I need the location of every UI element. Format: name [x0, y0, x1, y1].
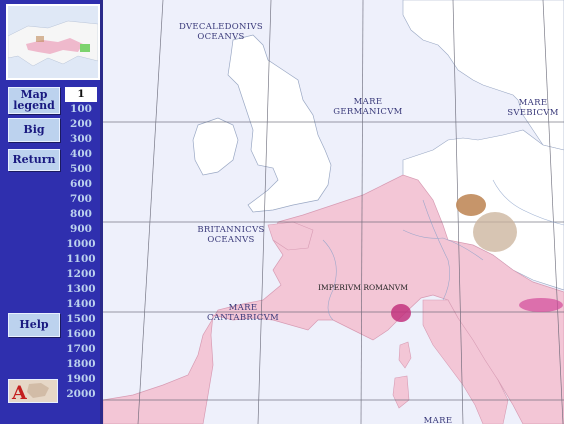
- year-600[interactable]: 600: [65, 177, 97, 192]
- label-britannicvs-oceanvs: BRITANNICVS OCEANVS: [197, 225, 265, 245]
- label-mare-svebicvm: MARE SVEBICVM: [507, 98, 559, 118]
- year-100[interactable]: 100: [65, 102, 97, 117]
- year-1300[interactable]: 1300: [65, 282, 97, 297]
- sidebar: Map legend Big map Return Help 110020030…: [0, 0, 100, 424]
- map-view[interactable]: DVECALEDONIVS OCEANVS MARE GERMANICVM MA…: [100, 0, 564, 424]
- year-1800[interactable]: 1800: [65, 357, 97, 372]
- year-1500[interactable]: 1500: [65, 312, 97, 327]
- europe-map: [103, 0, 564, 424]
- tribe-tan-area: [473, 212, 517, 252]
- year-400[interactable]: 400: [65, 147, 97, 162]
- tribe-magenta-area: [391, 304, 411, 322]
- year-1200[interactable]: 1200: [65, 267, 97, 282]
- year-1600[interactable]: 1600: [65, 327, 97, 342]
- year-1400[interactable]: 1400: [65, 297, 97, 312]
- year-1100[interactable]: 1100: [65, 252, 97, 267]
- year-900[interactable]: 900: [65, 222, 97, 237]
- year-1000[interactable]: 1000: [65, 237, 97, 252]
- year-300[interactable]: 300: [65, 132, 97, 147]
- year-800[interactable]: 800: [65, 207, 97, 222]
- year-200[interactable]: 200: [65, 117, 97, 132]
- help-button[interactable]: Help: [8, 313, 60, 337]
- tribe-magenta-east-area: [519, 298, 563, 312]
- label-imperivm-romanvm: IMPERIVM ROMANVM: [318, 283, 408, 292]
- minimap-icon: [8, 6, 98, 78]
- tribe-brown-area: [456, 194, 486, 216]
- return-button[interactable]: Return: [8, 149, 60, 171]
- big-map-button[interactable]: Big map: [8, 118, 60, 158]
- year-500[interactable]: 500: [65, 162, 97, 177]
- year-1700[interactable]: 1700: [65, 342, 97, 357]
- svg-text:A: A: [11, 382, 27, 402]
- year-1900[interactable]: 1900: [65, 372, 97, 387]
- year-2000[interactable]: 2000: [65, 387, 97, 402]
- year-1[interactable]: 1: [65, 87, 97, 102]
- label-mare-bottom: MARE: [423, 416, 453, 424]
- atlas-logo-icon[interactable]: A: [8, 379, 58, 404]
- label-mare-germanicvm: MARE GERMANICVM: [333, 97, 403, 117]
- map-legend-button[interactable]: Map legend: [8, 87, 60, 114]
- label-mare-cantabricvm: MARE CANTABRICVM: [206, 303, 280, 323]
- year-list: 1 100 200 300 400 500 600 700 800 900 1000 1100 1200…: [65, 87, 97, 402]
- year-700[interactable]: 700: [65, 192, 97, 207]
- label-dvecaledonivs-oceanvs: DVECALEDONIVS OCEANVS: [179, 22, 263, 42]
- overview-minimap[interactable]: [6, 4, 100, 80]
